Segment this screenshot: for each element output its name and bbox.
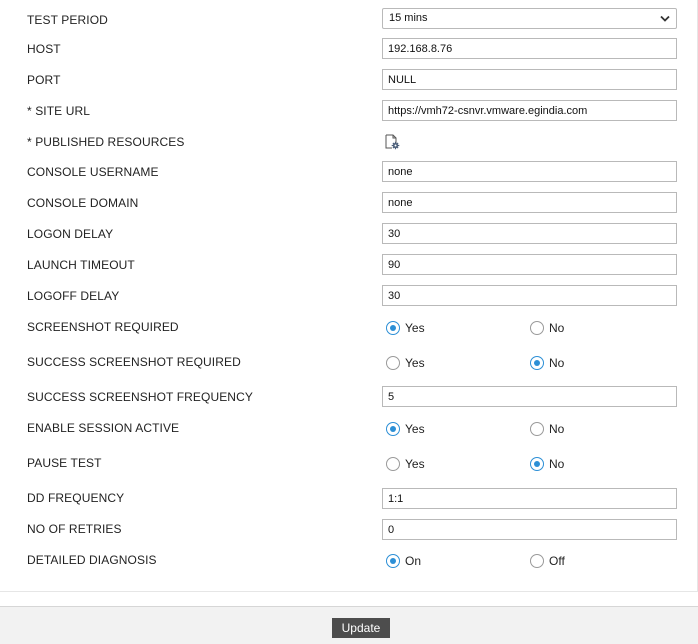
radio-checked-icon (530, 457, 544, 471)
test-period-select[interactable]: 15 mins (382, 8, 677, 29)
radio-checked-icon (386, 321, 400, 335)
detailed-diagnosis-off-radio[interactable]: Off (530, 554, 565, 568)
success-screenshot-required-yes-radio[interactable]: Yes (386, 356, 425, 370)
screenshot-required-label: SCREENSHOT REQUIRED (27, 320, 179, 334)
host-label: HOST (27, 42, 61, 56)
site-url-label: * SITE URL (27, 104, 91, 118)
radio-label: No (549, 457, 565, 471)
radio-label: Off (549, 554, 565, 568)
radio-unchecked-icon (386, 457, 400, 471)
radio-checked-icon (386, 554, 400, 568)
console-username-label: CONSOLE USERNAME (27, 165, 159, 179)
console-username-input[interactable] (382, 161, 677, 182)
logon-delay-input[interactable] (382, 223, 677, 244)
logoff-delay-label: LOGOFF DELAY (27, 289, 120, 303)
no-of-retries-input[interactable] (382, 519, 677, 540)
radio-unchecked-icon (530, 422, 544, 436)
port-input[interactable] (382, 69, 677, 90)
pause-test-no-radio[interactable]: No (530, 457, 564, 471)
pause-test-label: PAUSE TEST (27, 456, 102, 470)
test-period-label: TEST PERIOD (27, 13, 108, 27)
radio-label: Yes (405, 321, 425, 335)
launch-timeout-input[interactable] (382, 254, 677, 275)
logoff-delay-input[interactable] (382, 285, 677, 306)
test-period-value: 15 mins (389, 12, 428, 24)
console-domain-input[interactable] (382, 192, 677, 213)
host-input[interactable] (382, 38, 677, 59)
detailed-diagnosis-on-radio[interactable]: On (386, 554, 421, 568)
success-screenshot-frequency-label: SUCCESS SCREENSHOT FREQUENCY (27, 390, 253, 404)
radio-label: On (405, 554, 422, 568)
form-footer: Update (0, 606, 698, 644)
chevron-down-icon (660, 15, 670, 22)
resource-settings-icon[interactable] (384, 134, 400, 150)
enable-session-active-yes-radio[interactable]: Yes (386, 422, 425, 436)
enable-session-active-label: ENABLE SESSION ACTIVE (27, 421, 180, 435)
dd-frequency-input[interactable] (382, 488, 677, 509)
radio-label: No (549, 422, 565, 436)
screenshot-required-yes-radio[interactable]: Yes (386, 321, 425, 335)
radio-unchecked-icon (530, 321, 544, 335)
site-url-input[interactable] (382, 100, 677, 121)
radio-label: Yes (405, 457, 425, 471)
detailed-diagnosis-label: DETAILED DIAGNOSIS (27, 553, 157, 567)
radio-checked-icon (386, 422, 400, 436)
pause-test-yes-radio[interactable]: Yes (386, 457, 425, 471)
port-label: PORT (27, 73, 61, 87)
console-domain-label: CONSOLE DOMAIN (27, 196, 139, 210)
radio-label: No (549, 356, 565, 370)
enable-session-active-no-radio[interactable]: No (530, 422, 564, 436)
dd-frequency-label: DD FREQUENCY (27, 491, 125, 505)
radio-label: Yes (405, 422, 425, 436)
radio-label: Yes (405, 356, 425, 370)
success-screenshot-frequency-input[interactable] (382, 386, 677, 407)
screenshot-required-no-radio[interactable]: No (530, 321, 564, 335)
update-button[interactable]: Update (332, 618, 390, 638)
launch-timeout-label: LAUNCH TIMEOUT (27, 258, 135, 272)
radio-checked-icon (530, 356, 544, 370)
logon-delay-label: LOGON DELAY (27, 227, 114, 241)
test-config-form: TEST PERIOD 15 mins HOST PORT * SITE URL… (0, 0, 698, 592)
radio-unchecked-icon (386, 356, 400, 370)
no-of-retries-label: NO OF RETRIES (27, 522, 122, 536)
success-screenshot-required-no-radio[interactable]: No (530, 356, 564, 370)
radio-label: No (549, 321, 565, 335)
published-resources-label: * PUBLISHED RESOURCES (27, 135, 185, 149)
success-screenshot-required-label: SUCCESS SCREENSHOT REQUIRED (27, 355, 241, 369)
radio-unchecked-icon (530, 554, 544, 568)
